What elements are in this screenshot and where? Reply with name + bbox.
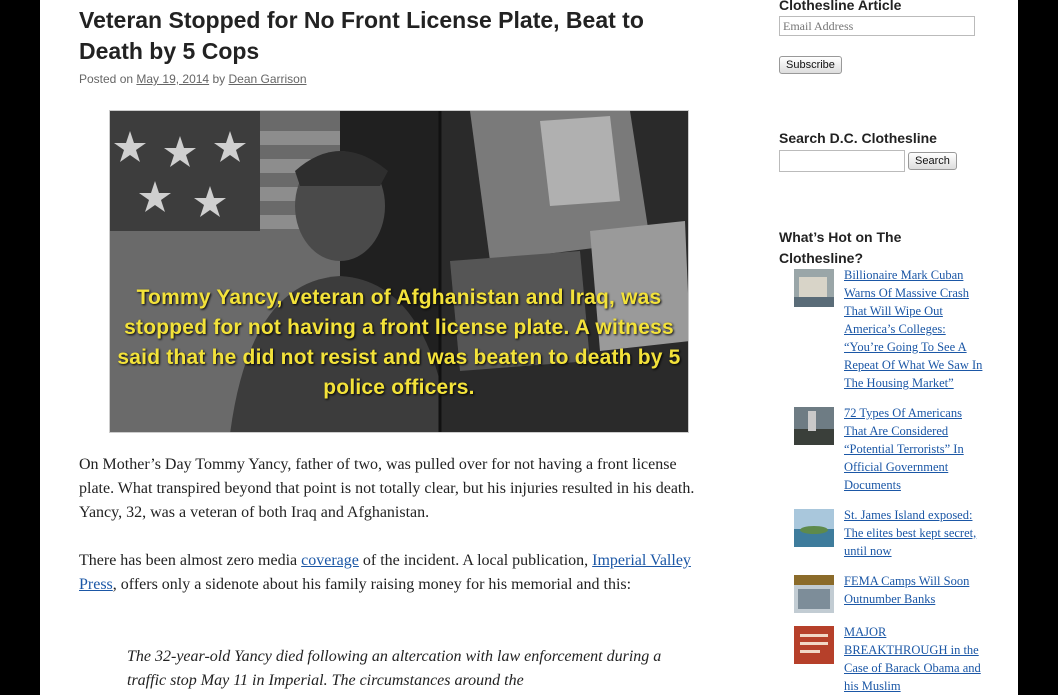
by-label: by [212,72,226,86]
article-paragraph: On Mother’s Day Tommy Yancy, father of t… [79,456,695,521]
hot-item-link[interactable]: MAJOR BREAKTHROUGH in the Case of Barack… [844,623,984,695]
news-thumbnail-icon[interactable] [794,626,834,664]
email-field[interactable] [779,16,975,36]
hot-item-link[interactable]: Billionaire Mark Cuban Warns Of Massive … [844,266,984,392]
article-paragraph: There has been almost zero media coverag… [79,549,704,597]
hot-item-link[interactable]: 72 Types Of Americans That Are Considere… [844,404,984,494]
subscribe-heading: Clothesline Article [779,0,902,13]
paragraph-text: , offers only a sidenote about his famil… [112,576,632,593]
post-meta: Posted on May 19, 2014 by Dean Garrison [79,72,307,86]
paragraph-text: of the incident. A local publication, [358,552,593,569]
news-thumbnail-icon[interactable] [794,509,834,547]
post-date-link[interactable]: May 19, 2014 [136,72,209,86]
paragraph-text: There has been almost zero media [79,552,302,569]
hot-item-link[interactable]: FEMA Camps Will Soon Outnumber Banks [844,572,984,608]
news-thumbnail-icon[interactable] [794,575,834,613]
article-title: Veteran Stopped for No Front License Pla… [79,7,644,64]
hot-item-link[interactable]: St. James Island exposed: The elites bes… [844,506,984,560]
subscribe-button[interactable]: Subscribe [779,56,842,74]
search-input[interactable] [779,150,905,172]
image-caption: Tommy Yancy, veteran of Afghanistan and … [117,286,681,399]
coverage-link[interactable]: coverage [301,552,359,569]
author-link[interactable]: Dean Garrison [228,72,306,86]
news-thumbnail-icon[interactable] [794,269,834,307]
article-hero-image: Tommy Yancy, veteran of Afghanistan and … [109,110,689,433]
news-thumbnail-icon[interactable] [794,407,834,445]
page: Veteran Stopped for No Front License Pla… [40,0,1018,695]
blockquote: The 32-year-old Yancy died following an … [127,648,662,689]
search-heading: Search D.C. Clothesline [779,130,937,146]
posted-on-label: Posted on [79,72,134,86]
search-button[interactable]: Search [908,152,957,170]
hot-heading: What’s Hot on The Clothesline? [779,229,902,266]
